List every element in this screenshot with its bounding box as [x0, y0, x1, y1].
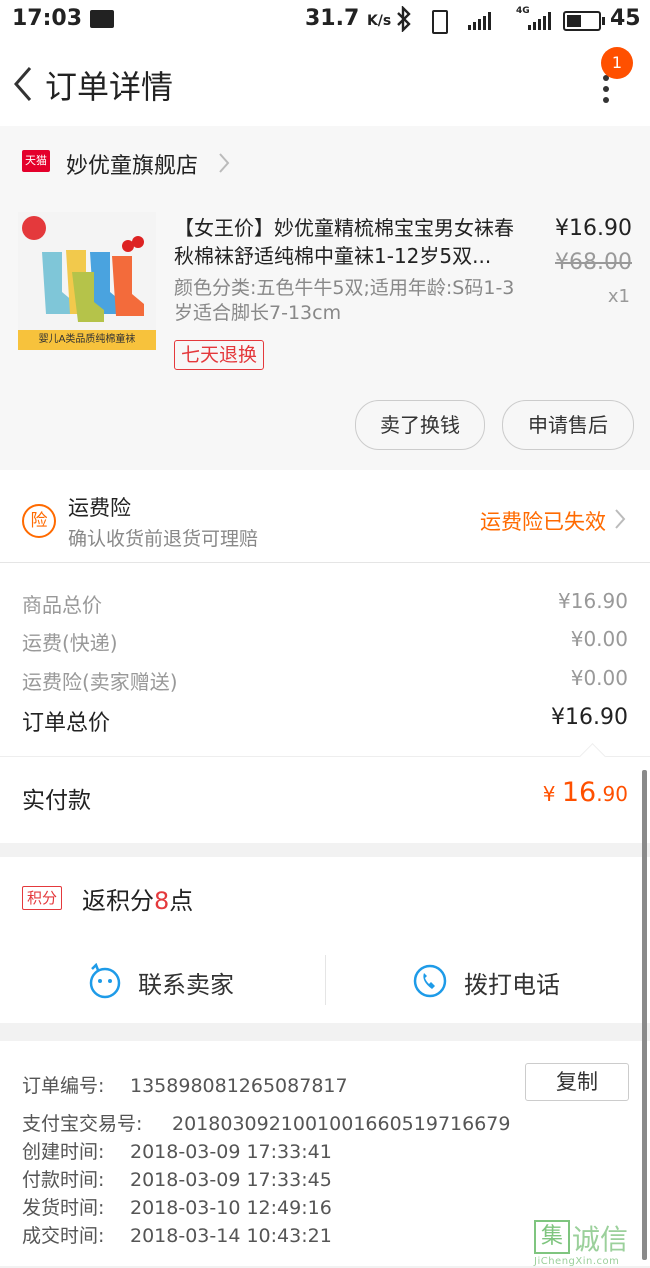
fee-row-insurance: 运费险(卖家赠送) ¥0.00 [22, 666, 628, 695]
signal-4g-icon [528, 12, 551, 30]
product-item: 婴儿A类品质纯棉童袜 【女王价】妙优童精梳棉宝宝男女袜春秋棉袜舒适纯棉中童袜1-… [0, 200, 650, 470]
order-number-row: 订单编号: 135898081265087817 [22, 1071, 348, 1098]
shipped-time: 2018-03-10 12:49:16 [130, 1197, 332, 1219]
notification-badge: 1 [601, 47, 633, 79]
back-arrow-icon[interactable] [10, 64, 46, 104]
actual-payment-row: 实付款 ¥ 16.90 [0, 743, 650, 843]
shop-name[interactable]: 妙优童旗舰店 [66, 148, 198, 180]
fee-value: ¥16.90 [551, 705, 628, 730]
points-text: 返积分8点 [82, 887, 194, 915]
product-thumbnail[interactable]: 婴儿A类品质纯棉童袜 [18, 212, 156, 350]
call-phone-button[interactable]: 拨打电话 [326, 937, 650, 1023]
points-row: 积分 返积分8点 [0, 857, 650, 938]
info-label: 支付宝交易号: [22, 1113, 143, 1135]
call-phone-label: 拨打电话 [464, 971, 560, 999]
copy-button[interactable]: 复制 [525, 1063, 629, 1101]
nav-bar: 订单详情 1 [0, 42, 650, 126]
product-original-price: ¥68.00 [555, 250, 632, 275]
created-time-row: 创建时间: 2018-03-09 17:33:41 [22, 1137, 332, 1164]
fee-row-goods: 商品总价 ¥16.90 [22, 589, 628, 618]
tmall-logo-icon: 天猫 [22, 150, 50, 172]
paid-amount: ¥ 16.90 [542, 777, 628, 808]
signal-icon [468, 12, 491, 30]
fee-value: ¥0.00 [570, 666, 628, 690]
shipped-time-row: 发货时间: 2018-03-10 12:49:16 [22, 1193, 332, 1220]
resell-button[interactable]: 卖了换钱 [355, 400, 485, 450]
info-label: 付款时间: [22, 1169, 105, 1191]
info-label: 订单编号: [22, 1075, 105, 1097]
alipay-trade-row: 支付宝交易号: 2018030921001001660519716679 [22, 1109, 510, 1136]
info-label: 发货时间: [22, 1197, 105, 1219]
phone-icon [413, 964, 447, 998]
insurance-icon: 险 [22, 504, 56, 538]
network-speed: 31.7 K/s [305, 6, 392, 31]
scrollbar[interactable] [642, 770, 647, 1260]
fee-label: 运费(快递) [22, 631, 118, 655]
watermark-mark: 集 [534, 1220, 570, 1254]
image-notification-icon [90, 10, 114, 28]
product-image-banner: 婴儿A类品质纯棉童袜 [18, 330, 156, 350]
contact-seller-label: 联系卖家 [138, 971, 234, 999]
fee-label: 订单总价 [22, 711, 111, 736]
watermark-logo: 集 诚信 JiChengXin.com [534, 1218, 644, 1267]
product-sku: 颜色分类:五色牛牛5双;适用年龄:S码1-3岁适合脚长7-13cm [174, 277, 515, 324]
contact-seller-button[interactable]: 联系卖家 [0, 937, 325, 1023]
paid-time-row: 付款时间: 2018-03-09 17:33:45 [22, 1165, 332, 1192]
chat-face-icon [89, 963, 121, 999]
watermark-text: 诚信 [572, 1223, 629, 1256]
insurance-subtitle: 确认收货前退货可理赔 [68, 528, 259, 550]
fee-label: 商品总价 [22, 593, 102, 617]
battery-icon [563, 11, 605, 31]
shipping-insurance-row[interactable]: 险 运费险 确认收货前退货可理赔 运费险已失效 [0, 470, 650, 563]
product-title[interactable]: 【女王价】妙优童精梳棉宝宝男女袜春秋棉袜舒适纯棉中童袜1-12岁5双... [174, 214, 526, 270]
shop-row[interactable]: 天猫 妙优童旗舰店 [0, 126, 650, 200]
paid-time: 2018-03-09 17:33:45 [130, 1169, 332, 1191]
product-quantity: x1 [607, 286, 630, 307]
fee-label: 运费险(卖家赠送) [22, 670, 178, 694]
fee-row-shipping: 运费(快递) ¥0.00 [22, 627, 628, 656]
info-label: 成交时间: [22, 1225, 105, 1247]
completed-time-row: 成交时间: 2018-03-14 10:43:21 [22, 1221, 332, 1248]
fee-row-order-total: 订单总价 ¥16.90 [22, 705, 628, 737]
after-sales-button[interactable]: 申请售后 [502, 400, 634, 450]
battery-level: 45 [610, 6, 641, 31]
alipay-trade-number: 2018030921001001660519716679 [172, 1113, 511, 1135]
chevron-right-icon [215, 152, 233, 174]
completed-time: 2018-03-14 10:43:21 [130, 1225, 332, 1247]
info-label: 创建时间: [22, 1141, 105, 1163]
created-time: 2018-03-09 17:33:41 [130, 1141, 332, 1163]
chevron-right-icon [612, 508, 628, 530]
bluetooth-icon [395, 5, 413, 38]
insurance-title: 运费险 [68, 496, 131, 520]
product-price: ¥16.90 [555, 216, 632, 241]
page-title: 订单详情 [45, 68, 174, 106]
status-time: 17:03 [12, 6, 83, 31]
contact-bar: 联系卖家 拨打电话 [0, 937, 650, 1023]
vibrate-icon [432, 10, 448, 34]
points-badge: 积分 [22, 886, 63, 910]
insurance-status[interactable]: 运费险已失效 [480, 506, 606, 536]
fee-summary: 商品总价 ¥16.90 运费(快递) ¥0.00 运费险(卖家赠送) ¥0.00… [0, 563, 650, 756]
return-policy-tag: 七天退换 [174, 340, 265, 370]
paid-label: 实付款 [22, 788, 91, 814]
fee-value: ¥0.00 [570, 627, 628, 651]
order-number: 135898081265087817 [130, 1075, 348, 1097]
fee-value: ¥16.90 [558, 589, 628, 613]
watermark-domain: JiChengXin.com [534, 1256, 620, 1267]
status-bar: 17:03 31.7 K/s 4G 45 [0, 0, 650, 42]
